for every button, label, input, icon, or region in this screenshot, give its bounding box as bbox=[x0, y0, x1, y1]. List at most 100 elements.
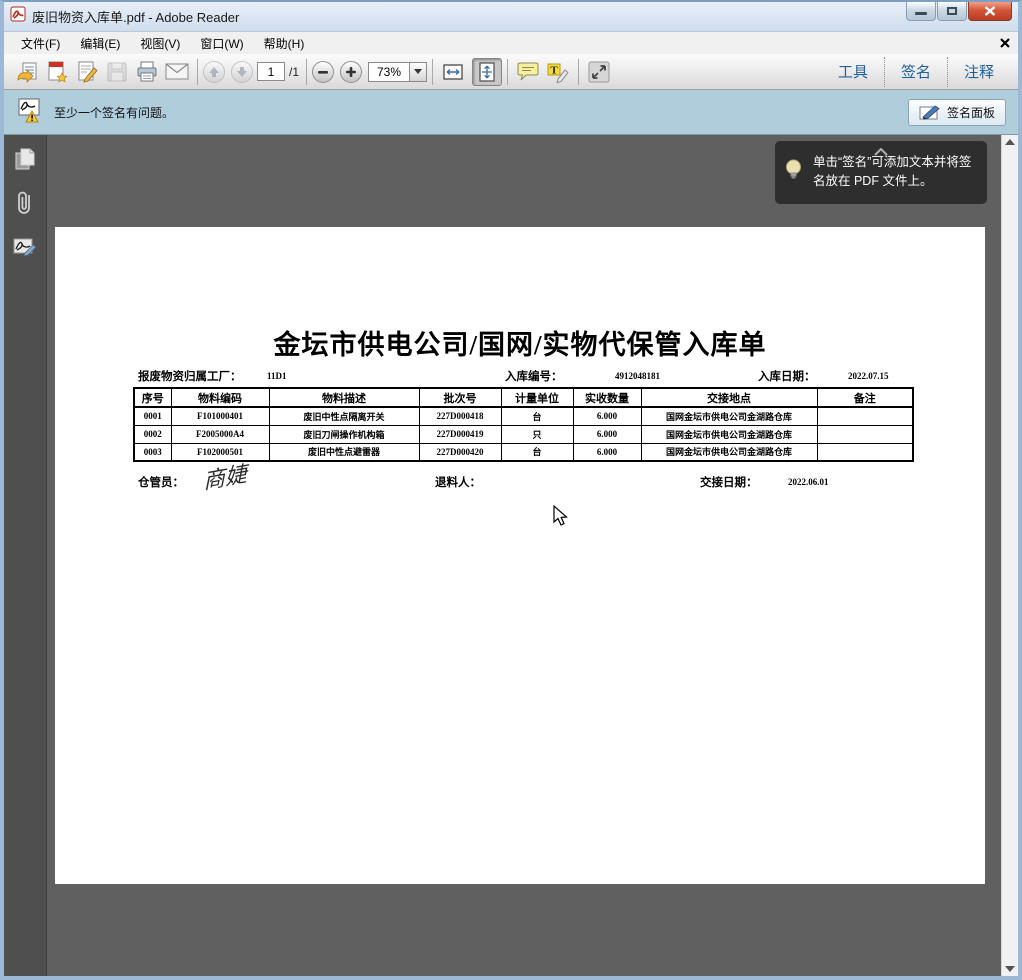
chevron-up-icon[interactable] bbox=[874, 143, 888, 162]
restore-button[interactable] bbox=[937, 2, 967, 21]
form-meta-row: 报废物资归属工厂： 11D1 入库编号： 4912048181 入库日期： 20… bbox=[55, 368, 985, 384]
cell-batch-no: 227D000419 bbox=[419, 425, 501, 443]
window-title: 废旧物资入库单.pdf - Adobe Reader bbox=[32, 7, 906, 26]
header-unit: 计量单位 bbox=[501, 388, 573, 407]
chevron-down-icon bbox=[414, 69, 422, 74]
mouse-cursor bbox=[553, 505, 569, 527]
signature-message-bar: 至少一个签名有问题。 签名面板 bbox=[4, 90, 1018, 135]
menu-help[interactable]: 帮助(H) bbox=[255, 33, 314, 54]
page-total-label: /1 bbox=[289, 65, 299, 79]
menu-edit[interactable]: 编辑(E) bbox=[71, 33, 129, 54]
signature-panel-label: 签名面板 bbox=[947, 104, 995, 121]
cell-seq: 0002 bbox=[134, 425, 171, 443]
text-highlight-icon[interactable]: T bbox=[543, 58, 573, 86]
receipt-date-label: 入库日期： bbox=[758, 368, 816, 384]
returner-label: 退料人： bbox=[435, 474, 481, 490]
signatures-icon[interactable] bbox=[11, 233, 39, 261]
cell-remarks bbox=[817, 443, 913, 461]
minimize-button[interactable] bbox=[906, 2, 936, 21]
toolbar-right-labels: 工具 签名 注释 bbox=[822, 54, 1010, 89]
materials-table: 序号 物料编码 物料描述 批次号 计量单位 实收数量 交接地点 备注 0001 … bbox=[133, 387, 914, 462]
comment-bubble-icon[interactable] bbox=[513, 58, 543, 86]
close-button[interactable] bbox=[968, 2, 1012, 21]
cell-location: 国网金坛市供电公司金湖路仓库 bbox=[641, 443, 817, 461]
table-row: 0003 F102000501 废旧中性点避雷器 227D000420 台 6.… bbox=[134, 443, 913, 461]
zoom-in-icon[interactable] bbox=[340, 61, 362, 83]
menu-view[interactable]: 视图(V) bbox=[131, 33, 189, 54]
page-number-input[interactable] bbox=[257, 62, 285, 81]
page-thumbnails-icon[interactable] bbox=[11, 145, 39, 173]
signature-warning-text: 至少一个签名有问题。 bbox=[54, 104, 174, 121]
zoom-dropdown-button[interactable] bbox=[410, 62, 427, 82]
header-remarks: 备注 bbox=[817, 388, 913, 407]
header-material-code: 物料编码 bbox=[171, 388, 269, 407]
sign-hint-tooltip: 单击“签名”可添加文本并将签名放在 PDF 文件上。 bbox=[775, 141, 987, 204]
cell-seq: 0003 bbox=[134, 443, 171, 461]
sign-document-icon[interactable] bbox=[72, 58, 102, 86]
fit-page-icon[interactable] bbox=[472, 58, 502, 86]
factory-value: 11D1 bbox=[267, 371, 287, 381]
scroll-down-icon[interactable] bbox=[1005, 966, 1015, 972]
email-icon[interactable] bbox=[162, 58, 192, 86]
handover-date-value: 2022.06.01 bbox=[788, 477, 829, 487]
restore-icon bbox=[947, 7, 957, 15]
create-pdf-icon[interactable] bbox=[42, 58, 72, 86]
cell-material-code: F101000401 bbox=[171, 407, 269, 425]
save-icon[interactable] bbox=[102, 58, 132, 86]
print-icon[interactable] bbox=[132, 58, 162, 86]
signature-panel-button[interactable]: 签名面板 bbox=[908, 99, 1006, 126]
menubar-close-icon[interactable] bbox=[1000, 38, 1010, 48]
navigation-sidebar bbox=[4, 135, 47, 976]
menu-file[interactable]: 文件(F) bbox=[12, 33, 69, 54]
scroll-up-icon[interactable] bbox=[1005, 139, 1015, 145]
attachments-icon[interactable] bbox=[11, 189, 39, 217]
zoom-level-control: 73% bbox=[368, 62, 427, 82]
cell-material-desc: 废旧中性点隔离开关 bbox=[269, 407, 419, 425]
sign-button[interactable]: 签名 bbox=[885, 60, 947, 84]
table-row: 0001 F101000401 废旧中性点隔离开关 227D000418 台 6… bbox=[134, 407, 913, 425]
cell-quantity: 6.000 bbox=[573, 425, 641, 443]
sign-hint-text: 单击“签名”可添加文本并将签名放在 PDF 文件上。 bbox=[813, 155, 971, 188]
zoom-level-value[interactable]: 73% bbox=[368, 62, 410, 82]
cell-seq: 0001 bbox=[134, 407, 171, 425]
fit-width-icon[interactable] bbox=[438, 58, 468, 86]
adobe-reader-window: 废旧物资入库单.pdf - Adobe Reader 文件(F) 编辑(E) 视… bbox=[0, 0, 1022, 980]
factory-label: 报废物资归属工厂： bbox=[138, 368, 242, 384]
open-icon[interactable] bbox=[12, 58, 42, 86]
fullscreen-icon[interactable] bbox=[584, 58, 614, 86]
cell-location: 国网金坛市供电公司金湖路仓库 bbox=[641, 425, 817, 443]
header-seq: 序号 bbox=[134, 388, 171, 407]
receipt-number-value: 4912048181 bbox=[615, 371, 660, 381]
cell-unit: 只 bbox=[501, 425, 573, 443]
previous-page-icon[interactable] bbox=[203, 61, 225, 83]
cell-remarks bbox=[817, 407, 913, 425]
toolbar: /1 73% T 工具 bbox=[4, 54, 1018, 90]
handover-date-label: 交接日期： bbox=[700, 474, 758, 490]
document-viewport[interactable]: 金坛市供电公司/国网/实物代保管入库单 报废物资归属工厂： 11D1 入库编号：… bbox=[47, 135, 1001, 976]
comment-button[interactable]: 注释 bbox=[948, 60, 1010, 84]
svg-text:T: T bbox=[550, 64, 558, 76]
vertical-scrollbar[interactable] bbox=[1001, 135, 1018, 976]
tools-button[interactable]: 工具 bbox=[822, 60, 884, 84]
table-header-row: 序号 物料编码 物料描述 批次号 计量单位 实收数量 交接地点 备注 bbox=[134, 388, 913, 407]
cell-unit: 台 bbox=[501, 407, 573, 425]
header-batch-no: 批次号 bbox=[419, 388, 501, 407]
receipt-number-label: 入库编号： bbox=[505, 368, 563, 384]
cell-unit: 台 bbox=[501, 443, 573, 461]
form-title: 金坛市供电公司/国网/实物代保管入库单 bbox=[55, 323, 985, 362]
cell-material-code: F2005000A4 bbox=[171, 425, 269, 443]
main-area: 金坛市供电公司/国网/实物代保管入库单 报废物资归属工厂： 11D1 入库编号：… bbox=[4, 135, 1018, 976]
cell-location: 国网金坛市供电公司金湖路仓库 bbox=[641, 407, 817, 425]
pdf-app-icon bbox=[10, 6, 26, 27]
window-controls bbox=[906, 2, 1012, 31]
header-material-desc: 物料描述 bbox=[269, 388, 419, 407]
menu-window[interactable]: 窗口(W) bbox=[191, 33, 252, 54]
cell-material-desc: 废旧中性点避雷器 bbox=[269, 443, 419, 461]
signature-warning-icon bbox=[16, 96, 44, 129]
close-icon bbox=[984, 6, 996, 16]
next-page-icon[interactable] bbox=[231, 61, 253, 83]
lightbulb-icon bbox=[785, 159, 802, 189]
cell-batch-no: 227D000418 bbox=[419, 407, 501, 425]
zoom-out-icon[interactable] bbox=[312, 61, 334, 83]
keeper-signature: 商婕 bbox=[203, 456, 247, 496]
